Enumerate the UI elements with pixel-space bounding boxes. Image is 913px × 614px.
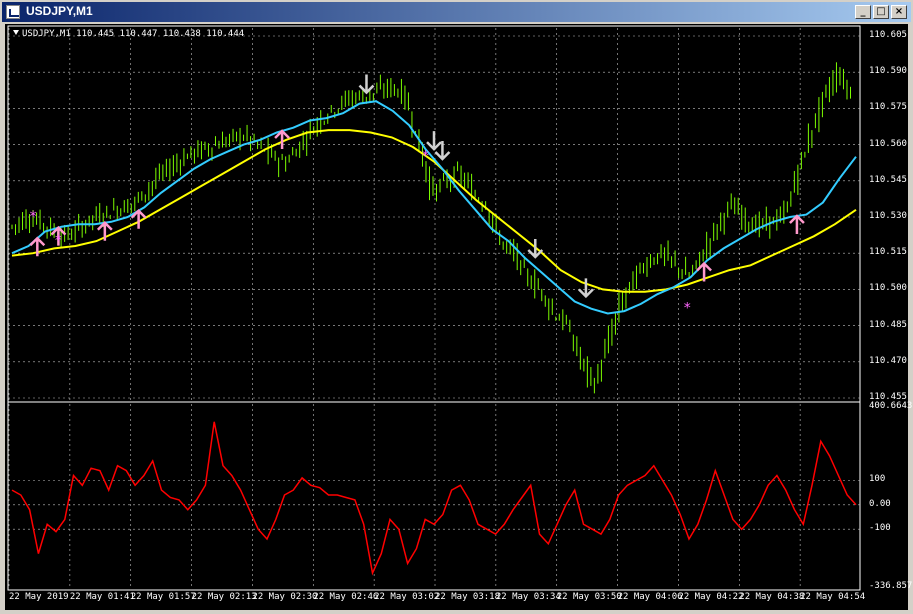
price-tick-label: 110.470 [869,355,907,366]
time-tick-label: 22 May 01:41 [69,592,135,602]
sell-arrow-icon [426,131,442,151]
price-tick-label: 110.590 [869,66,907,77]
time-tick-label: 22 May 02:30 [252,592,318,602]
time-tick-label: 22 May 02:13 [191,592,257,602]
price-tick-label: 110.560 [869,138,907,149]
time-tick-label: 22 May 04:54 [800,592,866,602]
sell-arrow-icon [358,74,375,95]
time-tick-label: 22 May 01:57 [130,592,196,602]
signal-star-icon: * [684,301,691,317]
chart-area[interactable]: USDJPY,M1 110.445 110.447 110.438 110.44… [5,24,912,610]
price-tick-label: 110.530 [869,211,907,221]
maximize-button[interactable]: □ [873,5,889,19]
window-title: USDJPY,M1 [26,4,93,18]
price-tick-label: 110.545 [869,174,907,185]
time-tick-label: 22 May 03:18 [435,592,501,602]
oscillator-tick-label: 100 [869,474,886,485]
buy-arrow-icon [96,221,113,241]
time-tick-label: 22 May 04:38 [739,592,805,602]
buy-arrow-icon [789,214,805,234]
signal-star-icon: * [55,233,62,249]
time-tick-label: 22 May 02:46 [313,592,379,602]
oscillator-tick-label: 400.6643 [869,401,913,411]
oscillator-tick-label: -100 [869,523,891,534]
time-tick-label: 22 May 2019 [9,592,69,602]
oscillator-tick-label: -336.857 [869,581,913,591]
chart-window-icon [6,5,20,19]
close-button[interactable]: × [891,5,907,19]
oscillator-tick-label: 0.00 [869,498,891,509]
price-tick-label: 110.485 [869,319,907,330]
time-tick-label: 22 May 04:22 [678,592,744,602]
sell-arrow-icon [527,239,544,259]
title-bar[interactable]: USDJPY,M1 _ □ × [2,2,911,22]
time-tick-label: 22 May 04:06 [617,592,683,602]
price-tick-label: 110.515 [869,247,907,258]
oscillator-pane-frame [7,401,861,591]
signal-star-icon: * [30,209,37,225]
chart-window: USDJPY,M1 _ □ × USDJPY,M1 110.445 110.44… [0,0,913,614]
time-tick-label: 22 May 03:34 [495,592,561,602]
minimize-button[interactable]: _ [855,5,871,19]
signal-star-icon: * [422,149,429,165]
price-tick-label: 110.605 [869,30,907,40]
sell-arrow-icon [434,140,451,161]
time-tick-label: 22 May 03:02 [374,592,440,602]
oscillator-line [11,421,857,576]
price-tick-label: 110.575 [869,102,907,113]
time-tick-label: 22 May 03:50 [556,592,622,602]
price-tick-label: 110.500 [869,283,907,294]
chart-canvas[interactable]: * * * * [5,24,908,610]
